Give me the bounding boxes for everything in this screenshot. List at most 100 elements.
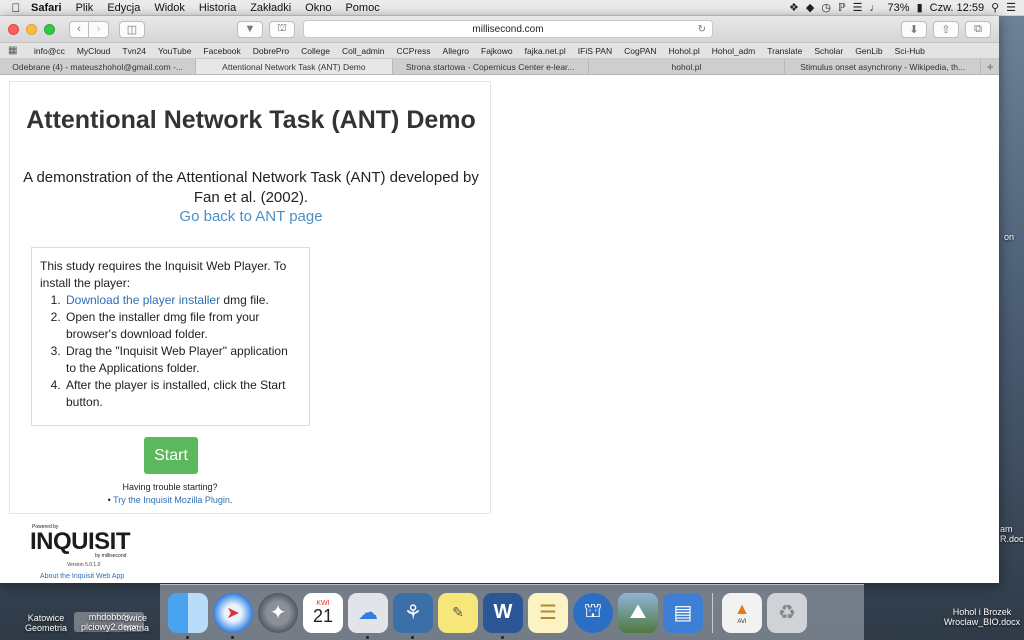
new-tab-button[interactable]: + (981, 59, 999, 74)
bookmark-item[interactable]: Scholar (808, 46, 849, 56)
inquisit-logo[interactable]: Powered by INQUISIT by millisecond Versi… (30, 520, 140, 576)
logo-wordmark: INQUISIT (30, 528, 131, 555)
nav-buttons: ‹ › (69, 20, 109, 38)
tab-hohol[interactable]: hohol.pl (589, 59, 786, 74)
volume-icon[interactable]: ♩ (870, 2, 881, 14)
vlc-avi-file-icon[interactable]: ▲ AVI (722, 592, 762, 633)
minimize-window-button[interactable] (26, 23, 37, 35)
photos-icon[interactable]: ⛰ (618, 592, 658, 633)
bookmark-item[interactable]: Hohol.pl (663, 46, 706, 56)
notes-icon[interactable]: ☰ (528, 592, 568, 633)
battery-percent[interactable]: 73% (888, 2, 910, 14)
bookmark-item[interactable]: College (295, 46, 336, 56)
launchpad-icon[interactable]: ✦ (258, 592, 298, 633)
notification-center-icon[interactable]: ☰ (1006, 1, 1016, 14)
menu-plik[interactable]: Plik (69, 2, 101, 14)
desktop-file-katowice[interactable]: Katowice Geometria (18, 613, 74, 633)
bookmarks-bar: ▦ info@cc MyCloud Tvn24 YouTube Facebook… (0, 43, 999, 59)
tab-copernicus[interactable]: Strona startowa - Copernicus Center e-le… (393, 59, 589, 74)
file-name-line2: R.docx (1000, 534, 1024, 544)
bookmark-item[interactable]: Tvn24 (116, 46, 152, 56)
bookmark-item[interactable]: GenLib (849, 46, 888, 56)
about-web-app-link[interactable]: About the Inquisit Web App (40, 573, 124, 580)
bluetooth-icon[interactable]: ℙ (838, 1, 846, 14)
back-to-ant-link[interactable]: Go back to ANT page (10, 208, 492, 225)
desktop-file-owice[interactable]: owice metria (124, 613, 160, 633)
menu-widok[interactable]: Widok (147, 2, 192, 14)
bookmark-item[interactable]: CCPress (391, 46, 437, 56)
running-indicator (366, 635, 369, 639)
bookmark-item[interactable]: IFiS PAN (572, 46, 618, 56)
keynote-icon[interactable]: ▤ (663, 592, 703, 633)
menu-app-name[interactable]: Safari (24, 2, 69, 14)
skype-icon[interactable]: ◆ (806, 1, 814, 14)
back-button[interactable]: ‹ (69, 20, 89, 38)
trash-icon[interactable]: ♻ (767, 592, 807, 633)
tab-ant-demo[interactable]: Attentional Network Task (ANT) Demo (196, 59, 393, 74)
share-button[interactable]: ⇧ (933, 20, 959, 38)
close-window-button[interactable] (8, 23, 19, 35)
bookmark-item[interactable]: MyCloud (71, 46, 117, 56)
battery-icon[interactable]: ▮ (917, 1, 923, 14)
bookmark-item[interactable]: info@cc (28, 46, 71, 56)
extension-button[interactable]: ▼ (237, 20, 263, 38)
bookmark-item[interactable]: fajka.net.pl (519, 46, 572, 56)
bookmark-item[interactable]: DobrePro (247, 46, 295, 56)
spotlight-icon[interactable]: ⚲ (991, 1, 999, 14)
start-button[interactable]: Start (144, 437, 198, 474)
trouble-item: • Try the Inquisit Mozilla Plugin. (10, 494, 330, 507)
file-name-line2: metria (124, 623, 150, 633)
tab-gmail[interactable]: Odebrane (4) - mateuszhohol@gmail.com -.… (0, 59, 197, 74)
bookmark-item[interactable]: CogPAN (618, 46, 662, 56)
desktop-file-hohol-brozek[interactable]: Hohol i Brozek Wroclaw_BIO.docx (940, 607, 1024, 627)
bookmark-item[interactable]: Sci-Hub (889, 46, 931, 56)
menu-pomoc[interactable]: Pomoc (338, 2, 386, 14)
institution-icon[interactable]: ⛫ (573, 592, 613, 633)
address-bar[interactable]: millisecond.com ↻ (303, 20, 713, 38)
stickies-icon[interactable]: ✎ (438, 592, 478, 633)
downloads-button[interactable]: ⬇ (901, 20, 927, 38)
sidebar-toggle-button[interactable]: ◫ (119, 20, 145, 38)
menu-edycja[interactable]: Edycja (100, 2, 147, 14)
wifi-icon[interactable]: ☰ (853, 1, 863, 14)
time-machine-icon[interactable]: ◷ (821, 1, 831, 14)
bookmark-item[interactable]: YouTube (152, 46, 197, 56)
bookmark-item[interactable]: Coll_admin (336, 46, 391, 56)
download-installer-link[interactable]: Download the player installer (66, 293, 220, 307)
safari-icon[interactable]: ➤ (213, 592, 253, 639)
reload-icon[interactable]: ↻ (698, 24, 706, 35)
dock-separator (712, 592, 713, 633)
top-sites-grid-icon[interactable]: ▦ (8, 45, 28, 56)
menu-historia[interactable]: Historia (192, 2, 243, 14)
bookmark-item[interactable]: Hohol_adm (706, 46, 761, 56)
safari-window: ‹ › ◫ ▼ ⛫ millisecond.com ↻ ⬇ ⇧ ⧉ ▦ info… (0, 16, 999, 583)
file-name-line1: Katowice (27, 613, 65, 623)
bookmark-item[interactable]: Translate (761, 46, 808, 56)
bookmark-item[interactable]: Fajkowo (475, 46, 519, 56)
preview-photo-icon[interactable]: ⚘ (393, 592, 433, 639)
menu-zakladki[interactable]: Zakładki (243, 2, 298, 14)
dropbox-icon[interactable]: ❖ (789, 1, 799, 14)
bookmark-item[interactable]: Allegro (437, 46, 475, 56)
demo-card: Attentional Network Task (ANT) Demo A de… (9, 81, 491, 514)
logo-byline: by millisecond (95, 553, 127, 559)
install-step-3: Drag the "Inquisit Web Player" applicati… (64, 343, 301, 377)
finder-icon[interactable] (168, 592, 208, 639)
running-indicator (411, 635, 414, 639)
tab-wikipedia[interactable]: Stimulus onset asynchrony - Wikipedia, t… (785, 59, 982, 74)
word-icon[interactable]: W (483, 592, 523, 639)
forward-button[interactable]: › (89, 20, 109, 38)
fullscreen-window-button[interactable] (44, 23, 55, 35)
mozilla-plugin-link[interactable]: Try the Inquisit Mozilla Plugin (113, 495, 230, 505)
tab-overview-button[interactable]: ⧉ (965, 20, 991, 38)
apple-menu-icon[interactable]:  (0, 1, 24, 15)
menu-bar:  Safari Plik Edycja Widok Historia Zakł… (0, 0, 1024, 16)
menu-clock[interactable]: Czw. 12:59 (930, 2, 984, 14)
desktop-file-partial[interactable]: am R.docx (1000, 524, 1024, 544)
tabs-icon: ⧉ (974, 22, 982, 35)
history-button[interactable]: ⛫ (269, 20, 295, 38)
calendar-icon[interactable]: KWI 21 (303, 592, 343, 633)
bookmark-item[interactable]: Facebook (197, 46, 246, 56)
menu-okno[interactable]: Okno (298, 2, 338, 14)
cloud-icon[interactable]: ☁ (348, 592, 388, 639)
